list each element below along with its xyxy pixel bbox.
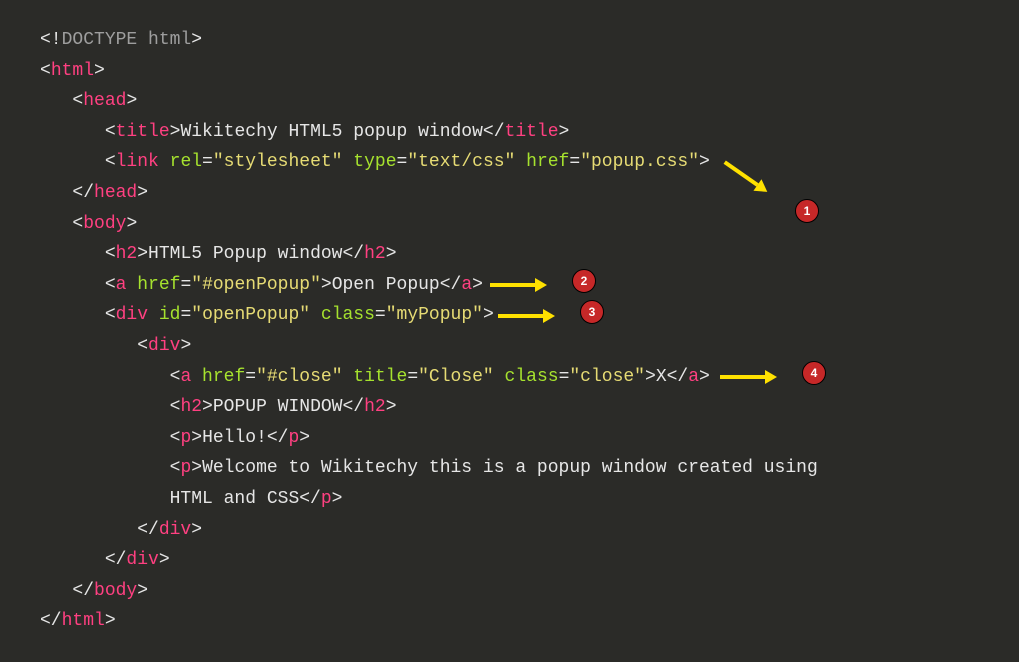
annotation-badge-4: 4 [802,361,826,385]
code-line: </div> [137,520,202,540]
code-line: <title>Wikitechy HTML5 popup window</tit… [105,122,570,142]
annotation-badge-3: 3 [580,300,604,324]
code-line: <a href="#openPopup">Open Popup</a> [105,275,483,295]
code-line: <p>Hello!</p> [170,428,310,448]
code-line: <link rel="stylesheet" type="text/css" h… [105,152,710,172]
code-line: <!DOCTYPE html> [40,30,202,50]
code-line: </body> [72,581,148,601]
code-line: <body> [72,214,137,234]
code-line: <div> [137,336,191,356]
code-line: <html> [40,61,105,81]
annotation-badge-1: 1 [795,199,819,223]
code-line: </div> [105,550,170,570]
code-line: <div id="openPopup" class="myPopup"> [105,305,494,325]
code-line: <p>Welcome to Wikitechy this is a popup … [40,458,818,509]
annotation-arrow-4 [720,370,777,384]
annotation-arrow-3 [498,309,555,323]
code-line: <h2>HTML5 Popup window</h2> [105,244,397,264]
code-line: <head> [72,91,137,111]
annotation-badge-2: 2 [572,269,596,293]
code-block: <!DOCTYPE html> <html> <head> <title>Wik… [0,0,1019,662]
code-line: <a href="#close" title="Close" class="cl… [170,367,710,387]
code-line: <h2>POPUP WINDOW</h2> [170,397,397,417]
annotation-arrow-2 [490,278,547,292]
code-line: </head> [72,183,148,203]
code-line: </html> [40,611,116,631]
